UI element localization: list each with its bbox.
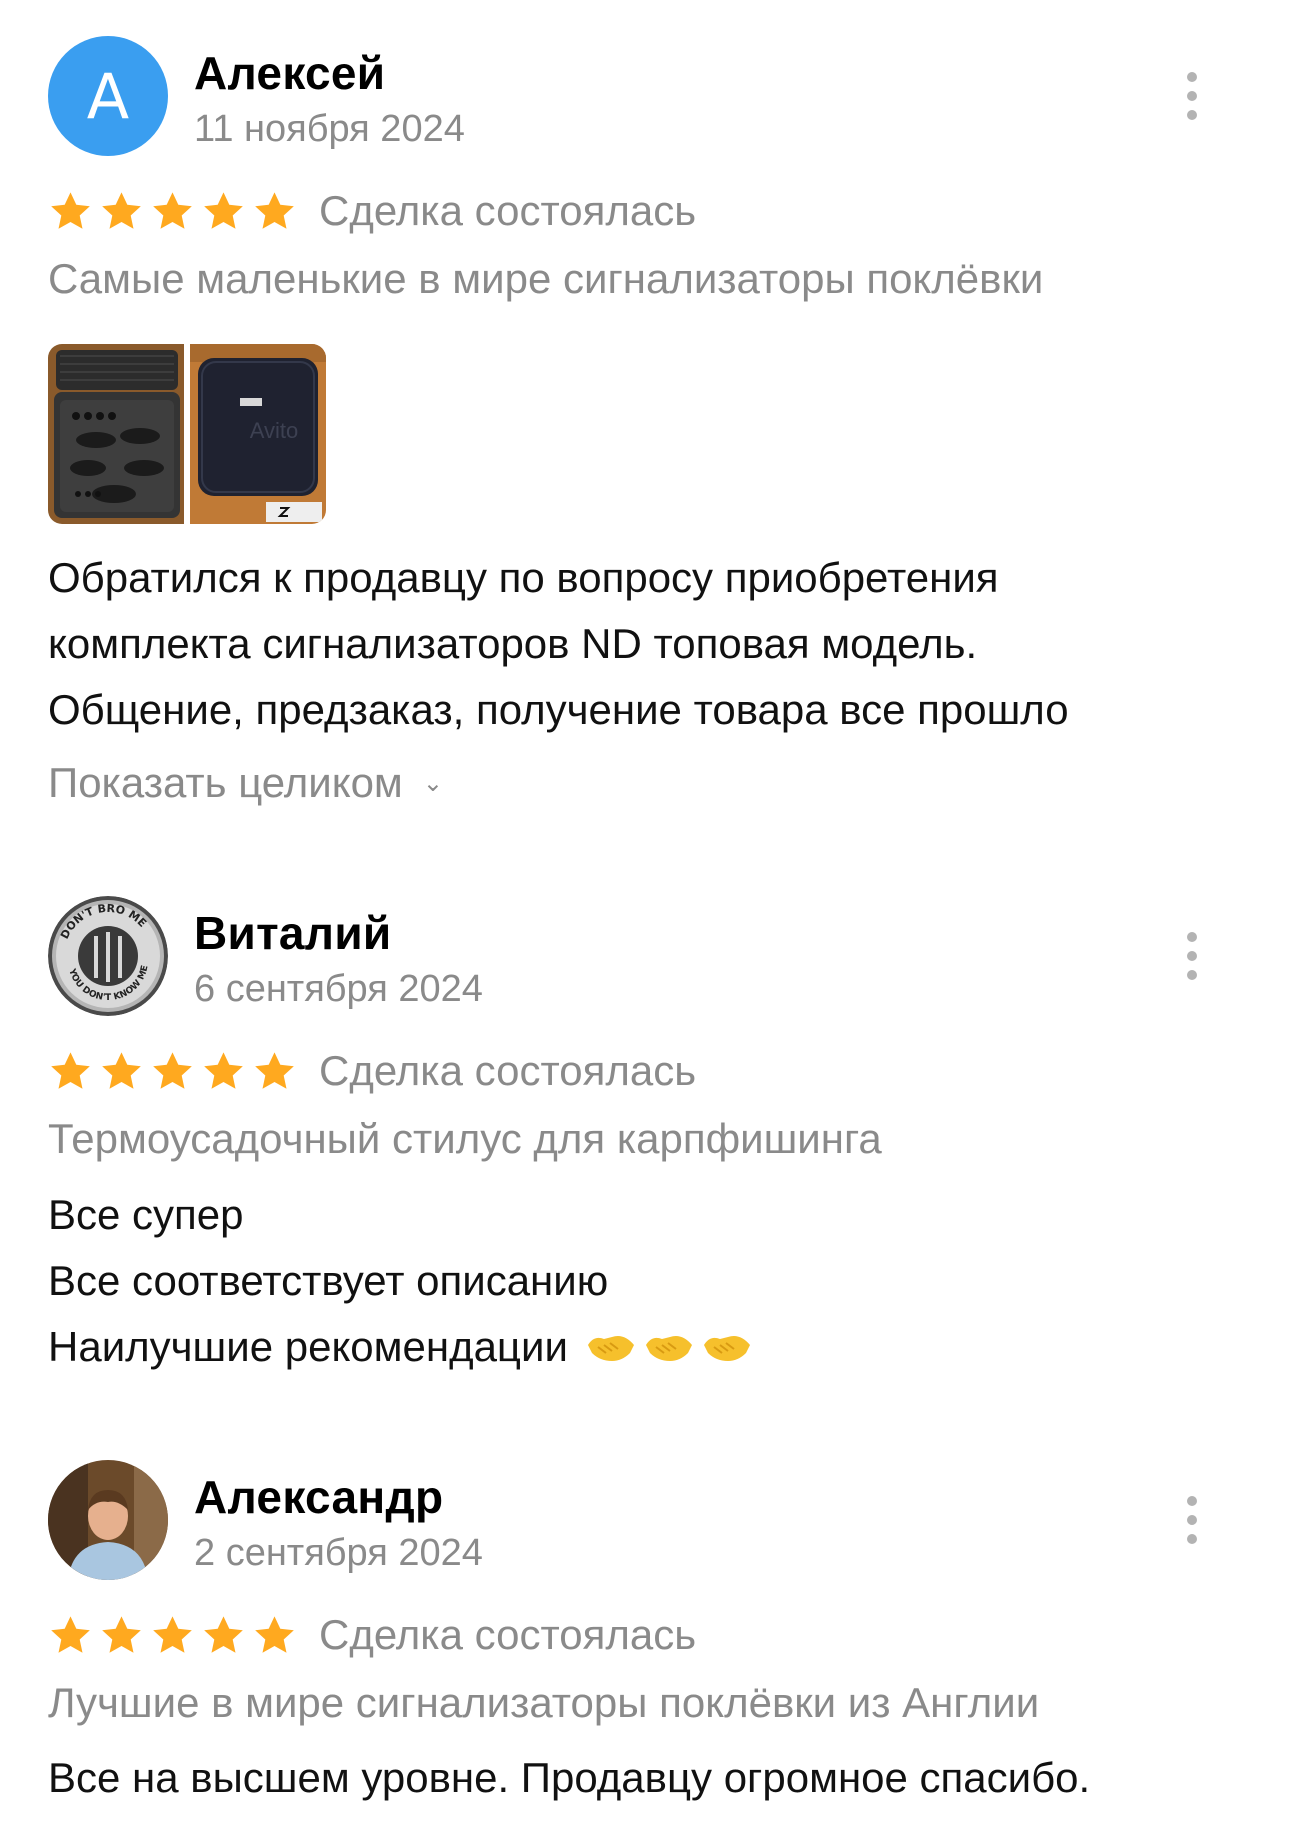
rating-stars [48,189,297,234]
star-icon [255,1615,294,1653]
star-icon [153,1615,192,1653]
review-text-line: комплекта сигнализаторов ND топовая моде… [48,620,978,667]
review-text-line: Общение, предзаказ, получение товара все… [48,686,1069,733]
review-text-line: Все на высшем уровне. Продавцу огромное … [48,1754,1091,1801]
show-more-button[interactable]: Показать целиком ⌄ [48,759,443,807]
star-icon [51,1615,90,1653]
review-date: 2 сентября 2024 [194,1532,483,1574]
star-icon [102,1615,141,1653]
review-text: Обратился к продавцу по вопросу приобрет… [48,545,1069,743]
star-icon [153,1051,192,1089]
star-icon [255,191,294,229]
handshake-emoji [645,1336,692,1361]
review-photos: Avito [48,344,326,524]
review-date: 11 ноября 2024 [194,108,465,150]
review-text: Все супер Все соответствует описанию Наи… [48,1182,754,1380]
item-title[interactable]: Самые маленькие в мире сигнализаторы пок… [48,255,1043,303]
review-text-line: Обратился к продавцу по вопросу приобрет… [48,554,999,601]
star-icon [255,1051,294,1089]
star-icon [153,191,192,229]
star-icon [204,1615,243,1653]
handshake-emoji [587,1336,634,1361]
rating-row: Сделка состоялась [48,1610,696,1660]
rating-row: Сделка состоялась [48,1046,696,1096]
deal-status: Сделка состоялась [319,1611,697,1658]
show-more-label: Показать целиком [48,759,403,806]
chevron-down-icon: ⌄ [422,769,443,797]
avatar[interactable]: DON'T BRO ME YOU DON'T KNOW ME [48,896,168,1016]
rating-row: Сделка состоялась [48,186,696,236]
kebab-menu-icon[interactable] [1180,72,1204,120]
review-date: 6 сентября 2024 [194,968,483,1010]
open-case-photo[interactable] [48,344,184,524]
item-title[interactable]: Лучшие в мире сигнализаторы поклёвки из … [48,1679,1039,1727]
kebab-menu-icon[interactable] [1180,932,1204,980]
item-title[interactable]: Термоусадочный стилус для карпфишинга [48,1115,882,1163]
review-text: Все на высшем уровне. Продавцу огромное … [48,1745,1090,1811]
star-icon [204,191,243,229]
star-icon [102,191,141,229]
star-icon [204,1051,243,1089]
deal-status: Сделка состоялась [319,1047,697,1094]
avito-watermark: Avito [250,418,299,443]
avatar[interactable] [48,1460,168,1580]
review-text-line: Все соответствует описанию [48,1257,609,1304]
author-name[interactable]: Виталий [194,906,392,960]
rating-stars [48,1613,297,1658]
avatar[interactable]: А [48,36,168,156]
author-name[interactable]: Александр [194,1470,443,1524]
kebab-menu-icon[interactable] [1180,1496,1204,1544]
handshake-emoji [703,1336,750,1361]
deal-status: Сделка состоялась [319,187,697,234]
star-icon [102,1051,141,1089]
rating-stars [48,1049,297,1094]
closed-case-photo[interactable]: Avito [190,344,326,524]
star-icon [51,191,90,229]
star-icon [51,1051,90,1089]
author-name[interactable]: Алексей [194,46,385,100]
review-text-line: Наилучшие рекомендации [48,1314,754,1380]
review-text-line: Все супер [48,1191,244,1238]
